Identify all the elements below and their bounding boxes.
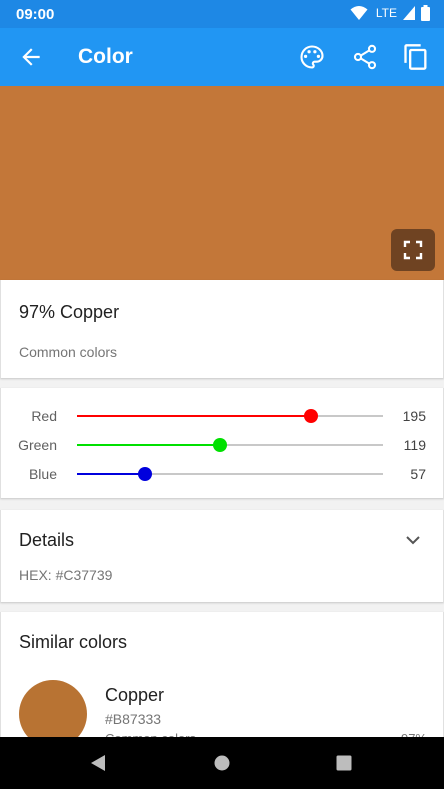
wifi-icon — [350, 6, 368, 20]
status-time: 09:00 — [16, 6, 55, 23]
similar-color-hex: #B87333 — [105, 711, 162, 727]
fullscreen-icon — [403, 240, 423, 260]
details-title: Details — [19, 530, 75, 550]
page-title: Color — [78, 45, 133, 68]
green-label: Green — [18, 437, 57, 453]
green-value: 119 — [403, 437, 426, 453]
nav-recents-icon[interactable] — [335, 753, 353, 773]
green-slider-row: Green 119 — [1, 432, 444, 458]
similar-colors-card: Similar colors Copper #B87333 Common col… — [0, 612, 444, 748]
share-icon[interactable] — [351, 43, 379, 71]
chevron-down-icon[interactable] — [405, 532, 421, 548]
color-category: Common colors — [19, 344, 118, 360]
navigation-bar — [0, 737, 444, 789]
network-type: LTE — [375, 6, 397, 20]
red-slider-fill — [77, 415, 311, 417]
cell-signal-icon — [403, 6, 415, 20]
hex-value: HEX: #C37739 — [19, 567, 113, 583]
similar-color-name: Copper — [105, 685, 165, 705]
status-icons: LTE — [350, 5, 430, 21]
red-value: 195 — [402, 408, 426, 424]
blue-label: Blue — [28, 466, 57, 482]
red-slider-row: Red 195 — [1, 403, 444, 429]
details-card[interactable]: Details HEX: #C37739 — [0, 510, 444, 602]
fullscreen-button[interactable] — [391, 229, 435, 271]
color-name-card: 97% Copper Common colors — [0, 280, 444, 378]
nav-back-icon[interactable] — [89, 753, 107, 773]
copy-icon[interactable] — [402, 43, 430, 71]
similar-colors-title: Similar colors — [19, 632, 128, 652]
color-match-label: 97% Copper — [19, 302, 120, 322]
red-label: Red — [31, 408, 57, 424]
green-slider[interactable] — [77, 438, 383, 452]
palette-icon[interactable] — [298, 43, 326, 71]
blue-slider[interactable] — [77, 467, 383, 481]
blue-slider-thumb[interactable] — [138, 467, 153, 481]
battery-icon — [421, 5, 430, 21]
blue-slider-row: Blue 57 — [1, 461, 444, 487]
nav-home-icon[interactable] — [213, 753, 231, 773]
app-bar: Color — [0, 28, 444, 86]
green-slider-thumb[interactable] — [212, 438, 227, 452]
status-bar: 09:00 LTE — [0, 0, 444, 28]
back-arrow-icon[interactable] — [18, 44, 44, 70]
rgb-sliders-card: Red 195 Green 119 Blue 57 — [0, 388, 444, 498]
similar-color-item[interactable]: Copper #B87333 Common colors 97% — [1, 676, 444, 748]
green-slider-fill — [77, 444, 220, 446]
red-slider-thumb[interactable] — [304, 409, 318, 423]
color-preview — [0, 86, 444, 280]
blue-slider-fill — [77, 473, 146, 475]
red-slider[interactable] — [77, 409, 383, 423]
blue-value: 57 — [410, 466, 426, 482]
